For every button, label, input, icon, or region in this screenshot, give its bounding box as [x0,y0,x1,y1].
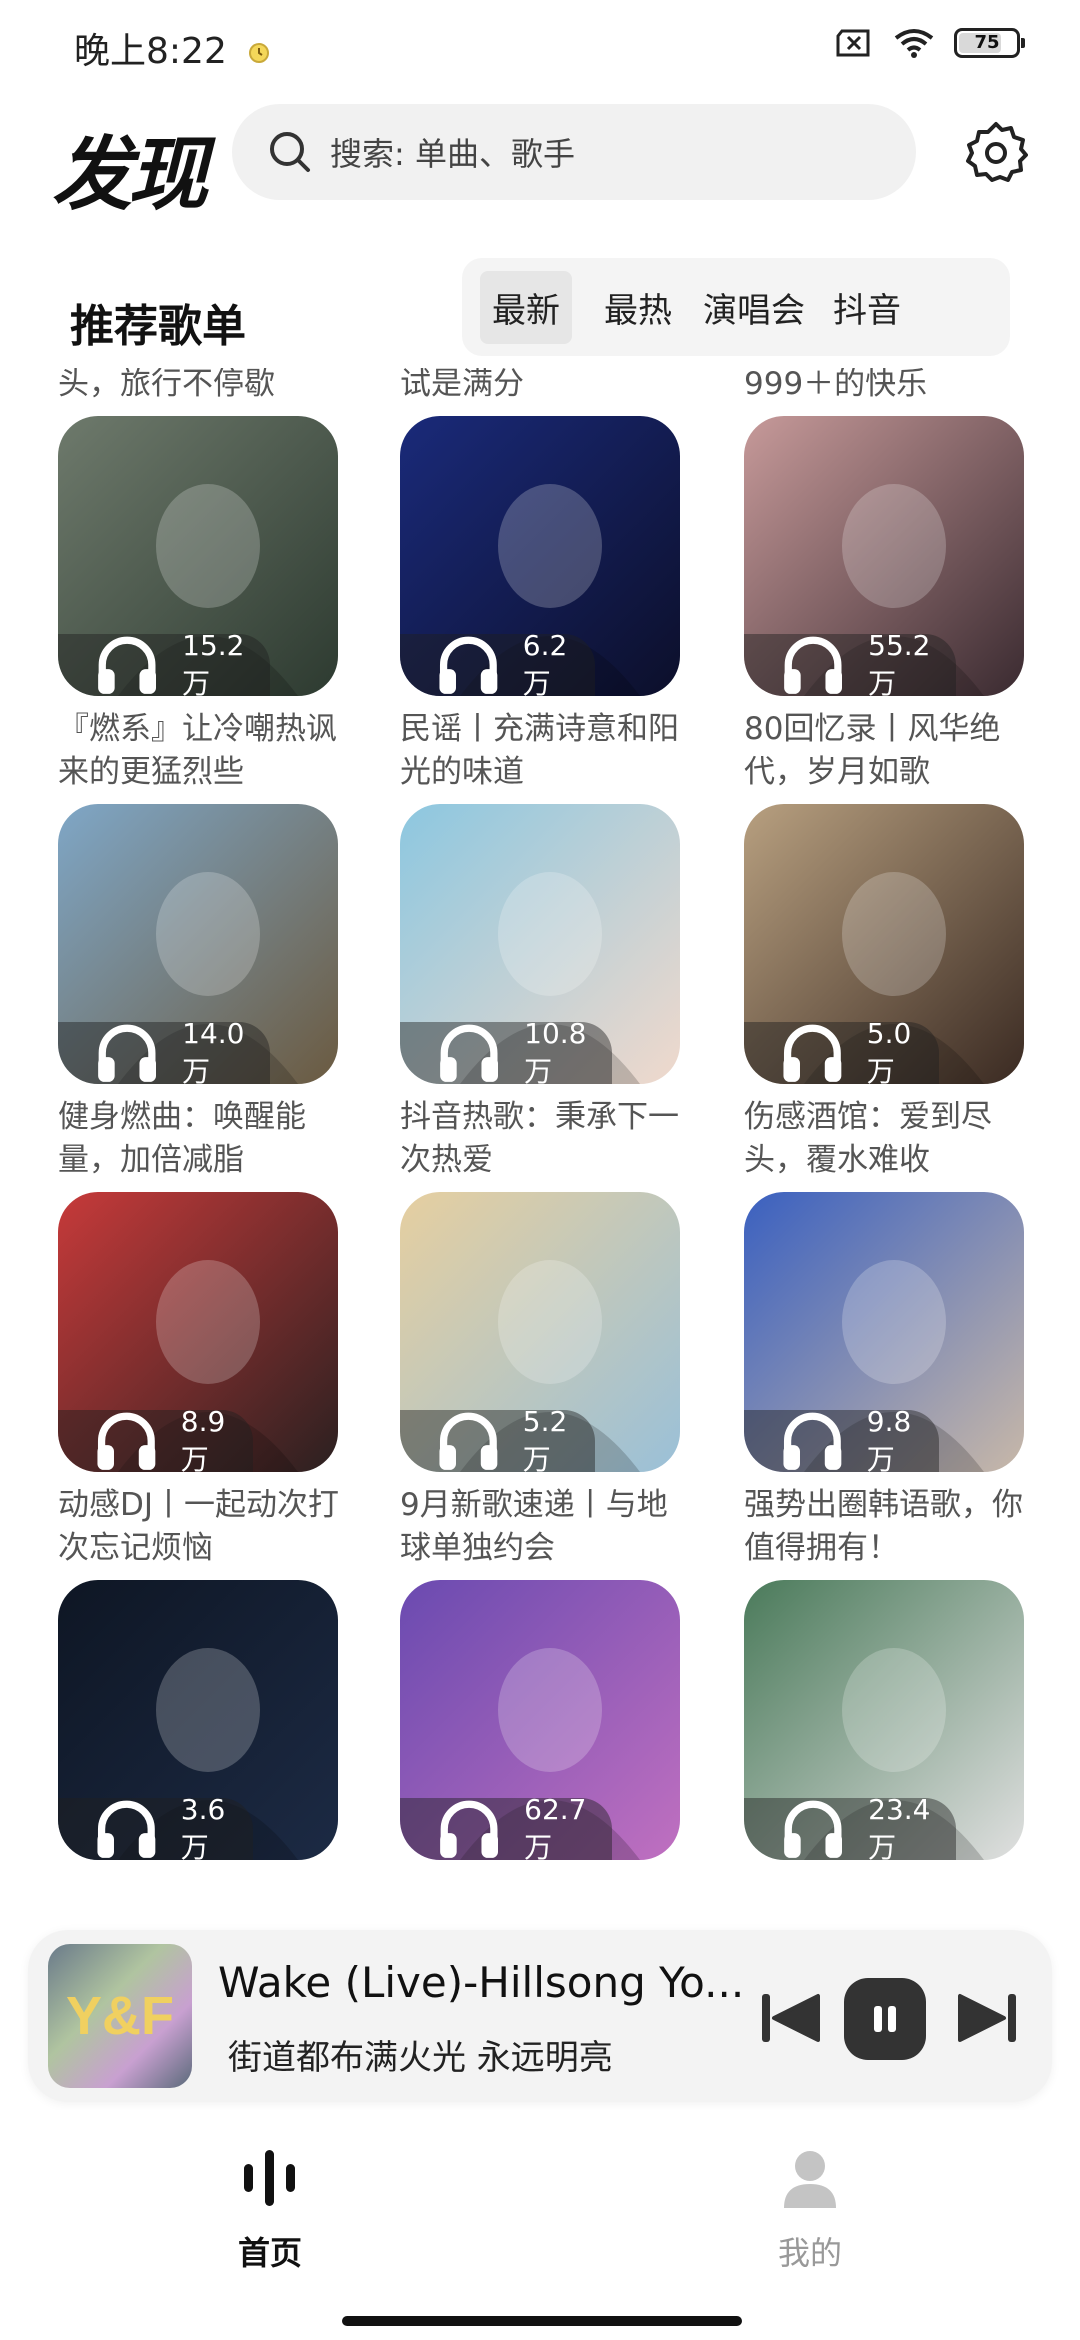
header: 发现 搜索: 单曲、歌手 [0,96,1080,221]
playlist-title[interactable]: 健身燃曲：唤醒能量，加倍减脂 [58,1096,348,1182]
headphones-icon [97,1412,156,1470]
alarm-icon [249,43,270,63]
play-count-badge: 10.8万 [400,1017,613,1084]
playlist-cover[interactable]: 14.0万 [58,804,338,1084]
status-icons: 75 [834,28,1025,58]
section-title: 推荐歌单 [70,301,246,352]
headphones-icon [439,636,498,694]
play-count: 15.2万 [182,628,245,697]
no-sim-icon [836,29,870,57]
tab-latest[interactable]: 最新 [480,270,572,344]
playlist-cover[interactable]: 3.6万 [58,1580,338,1860]
playlist-cover[interactable]: 9.8万 [744,1192,1024,1472]
playlist-cover[interactable]: 5.0万 [744,804,1024,1084]
battery-indicator: 75 [954,28,1025,58]
play-count-badge: 55.2万 [744,629,957,696]
playlist-title[interactable]: 古风热歌 丨带你体会999＋的快乐 [744,368,1034,406]
next-track-icon[interactable] [956,1990,1020,2046]
play-count-badge: 14.0万 [58,1017,271,1084]
headphones-icon [783,1412,842,1470]
wifi-icon [894,29,934,58]
play-count-badge: 62.7万 [400,1793,613,1860]
nav-mine-label: 我的 [777,2234,842,2272]
playlist-title[interactable]: 静听轻音丨今天的考试是满分 [400,368,690,406]
bottom-nav: 首页 我的 [0,2110,1080,2340]
headphones-icon [98,1024,157,1082]
nav-home[interactable]: 首页 [210,2146,330,2274]
headphones-icon [439,1412,498,1470]
tab-hottest[interactable]: 最热 [592,271,684,344]
play-count: 10.8万 [524,1016,587,1085]
play-count-badge: 23.4万 [744,1793,957,1860]
search-placeholder: 搜索: 单曲、歌手 [330,135,575,173]
profile-icon [784,2151,836,2208]
playlist-grid: 18.8万「车载DJ」路没有尽头，旅行不停歇26.6万静听轻音丨今天的考试是满分… [0,368,1080,2108]
play-count-badge: 6.2万 [400,629,595,696]
playlist-title[interactable]: 80回忆录丨风华绝代，岁月如歌 [744,708,1034,794]
playlist-cover[interactable]: 8.9万 [58,1192,338,1472]
headphones-icon [783,1024,842,1082]
playlist-cover[interactable]: 6.2万 [400,416,680,696]
status-bar: 晚上8:22 75 [0,0,1080,96]
mini-player[interactable]: Y&F Wake (Live)-Hillsong Yo... 街道都布满火光 永… [28,1930,1052,2102]
status-time-text: 晚上8:22 [74,31,227,72]
previous-track-icon[interactable] [758,1990,822,2046]
page-title: 发现 [52,128,208,221]
playlist-title[interactable]: 伤感酒馆：爱到尽头，覆水难收 [744,1096,1034,1182]
play-count-badge: 8.9万 [58,1405,253,1472]
play-count: 62.7万 [524,1792,587,1861]
nav-mine[interactable]: 我的 [750,2146,870,2274]
category-tabs: 最新 最热 演唱会 抖音 [462,258,1010,356]
playlist-title[interactable]: 民谣丨充满诗意和阳光的味道 [400,708,690,794]
playlist-cover[interactable]: 15.2万 [58,416,338,696]
headphones-icon [97,1800,156,1858]
battery-level: 75 [974,32,1000,53]
playlist-title[interactable]: 9月新歌速递丨与地球单独约会 [400,1484,690,1570]
cover-logo-text: Y&F [66,1986,174,2046]
home-waveform-icon [244,2150,295,2206]
nav-home-label: 首页 [237,2234,302,2272]
headphones-icon [440,1800,499,1858]
headphones-icon [440,1024,499,1082]
now-playing-cover[interactable]: Y&F [48,1944,192,2088]
pause-button[interactable] [844,1978,926,2060]
play-count: 23.4万 [868,1792,931,1861]
playlist-title[interactable]: 『燃系』让冷嘲热讽来的更猛烈些 [58,708,348,794]
playlist-title[interactable]: 抖音热歌：秉承下一次热爱 [400,1096,690,1182]
play-count: 5.2万 [522,1404,568,1473]
search-icon [270,132,310,172]
play-count: 3.6万 [180,1792,226,1861]
home-indicator [342,2316,742,2326]
now-playing-lyric: 街道都布满火光 永远明亮 [228,2038,613,2078]
settings-gear-icon[interactable] [964,120,1028,184]
status-time: 晚上8:22 [74,22,270,74]
play-count-badge: 5.0万 [744,1017,939,1084]
search-input[interactable]: 搜索: 单曲、歌手 [232,104,916,200]
playlist-cover[interactable]: 62.7万 [400,1580,680,1860]
now-playing-title: Wake (Live)-Hillsong Yo... [218,1958,745,2007]
play-count: 55.2万 [868,628,931,697]
playlist-title[interactable]: 「车载DJ」路没有尽头，旅行不停歇 [58,368,348,406]
headphones-icon [784,1800,843,1858]
play-count: 14.0万 [182,1016,245,1085]
play-count: 5.0万 [866,1016,912,1085]
headphones-icon [784,636,843,694]
play-count-badge: 9.8万 [744,1405,939,1472]
playlist-title[interactable]: 动感DJ丨一起动次打次忘记烦恼 [58,1484,348,1570]
play-count-badge: 15.2万 [58,629,271,696]
playlist-title[interactable]: 强势出圈韩语歌，你值得拥有！ [744,1484,1034,1570]
playlist-cover[interactable]: 10.8万 [400,804,680,1084]
playlist-cover[interactable]: 5.2万 [400,1192,680,1472]
tab-concert[interactable]: 演唱会 [702,271,806,344]
play-count-badge: 5.2万 [400,1405,595,1472]
playlist-cover[interactable]: 55.2万 [744,416,1024,696]
playlist-cover[interactable]: 23.4万 [744,1580,1024,1860]
play-count: 9.8万 [866,1404,912,1473]
play-count: 8.9万 [180,1404,226,1473]
tab-douyin[interactable]: 抖音 [824,271,910,344]
play-count-badge: 3.6万 [58,1793,253,1860]
headphones-icon [98,636,157,694]
play-count: 6.2万 [522,628,568,697]
